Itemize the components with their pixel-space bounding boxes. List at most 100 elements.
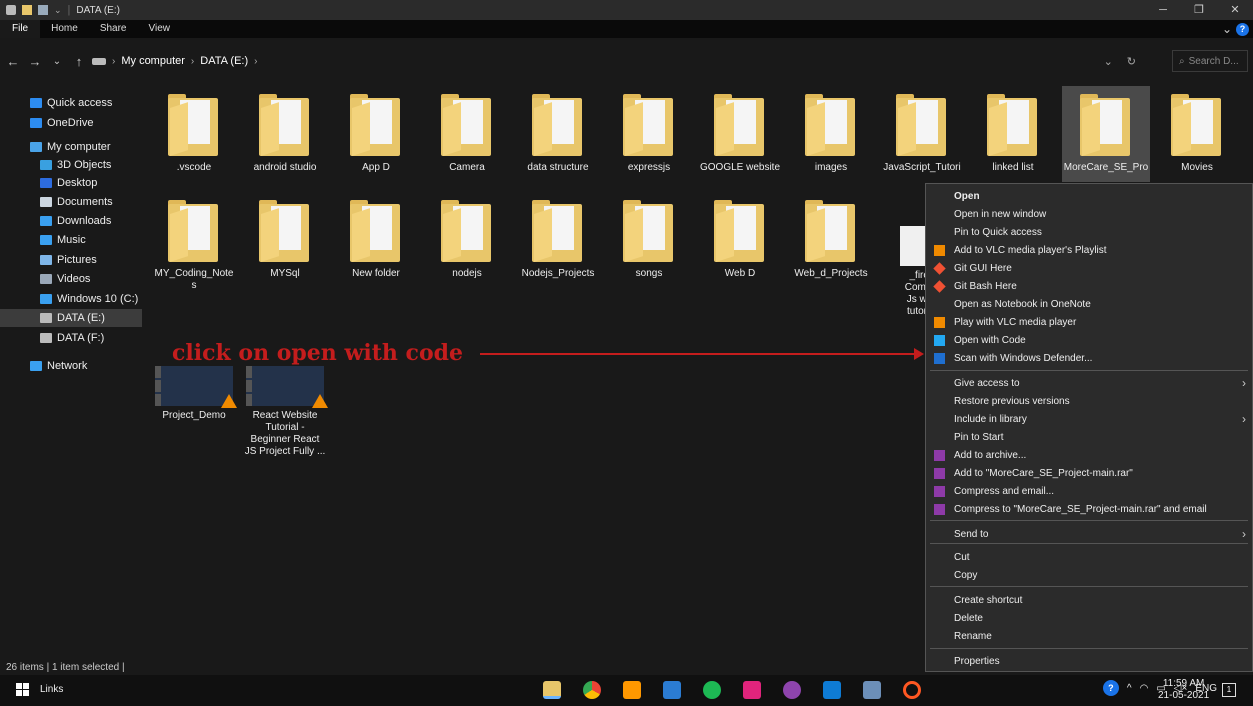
refresh-icon[interactable]: ↻ (1127, 55, 1136, 68)
sidebar-item[interactable]: Windows 10 (C:) (0, 290, 142, 308)
chevron-up-icon[interactable]: ^ (1127, 683, 1132, 694)
context-menu-item[interactable]: Compress to "MoreCare_SE_Project-main.ra… (926, 500, 1252, 518)
video-file-item[interactable]: Project_Demo (150, 362, 238, 422)
folder-item[interactable]: Web D (696, 198, 784, 280)
sidebar-item[interactable]: Music (0, 231, 142, 249)
folder-item[interactable]: .vscode (150, 92, 238, 174)
folder-item[interactable]: Web_d_Projects (787, 198, 875, 280)
windows-start-icon[interactable] (16, 683, 30, 697)
context-menu-item[interactable]: Play with VLC media player (926, 313, 1252, 331)
folder-item[interactable]: data structure (514, 92, 602, 174)
video-file-item[interactable]: React Website Tutorial - Beginner React JS … (241, 362, 329, 458)
address-bar[interactable]: › My computer › DATA (E:) › ⌄ ↻ (92, 50, 1144, 72)
help-icon[interactable]: ? (1102, 680, 1119, 696)
tab-file[interactable]: File (0, 20, 41, 38)
drive-icon[interactable] (6, 5, 16, 15)
store-icon[interactable] (663, 681, 681, 699)
sublime-icon[interactable] (623, 681, 641, 699)
context-menu-item[interactable]: Compress and email... (926, 482, 1252, 500)
context-menu-item[interactable]: Open in new window (926, 205, 1252, 223)
folder-item[interactable]: MY_Coding_Note s (150, 198, 238, 292)
folder-item[interactable]: linked list (969, 92, 1057, 174)
context-menu-item[interactable]: Git Bash Here (926, 277, 1252, 295)
sidebar-item[interactable]: Downloads (0, 212, 142, 230)
tab-home[interactable]: Home (40, 20, 89, 38)
up-button[interactable]: ↑ (70, 54, 88, 69)
context-menu-item[interactable]: Rename (926, 627, 1252, 645)
context-menu-item[interactable]: Open as Notebook in OneNote (926, 295, 1252, 313)
sidebar-item[interactable]: My computer (0, 138, 142, 156)
sidebar-item[interactable]: DATA (E:) (0, 309, 142, 327)
expand-ribbon-icon[interactable]: ⌄ (1222, 22, 1232, 36)
context-menu-item[interactable]: Add to "MoreCare_SE_Project-main.rar" (926, 464, 1252, 482)
context-menu-item[interactable]: Include in library › (926, 410, 1252, 428)
folder-item[interactable]: android studio (241, 92, 329, 174)
context-menu-item[interactable]: Give access to › (926, 374, 1252, 392)
folder-icon[interactable] (22, 5, 32, 15)
context-menu-item[interactable]: Pin to Quick access (926, 223, 1252, 241)
sidebar-item[interactable]: Documents (0, 193, 142, 211)
context-menu-item[interactable]: Create shortcut (926, 591, 1252, 609)
context-menu-item[interactable]: Restore previous versions (926, 392, 1252, 410)
maximize-button[interactable]: ❐ (1181, 0, 1217, 20)
sidebar-item[interactable]: Pictures (0, 251, 142, 269)
sidebar-item[interactable]: Quick access (0, 94, 142, 112)
context-menu-item[interactable]: Pin to Start (926, 428, 1252, 446)
links-toolbar[interactable]: Links (40, 684, 63, 695)
back-button[interactable]: ← (4, 54, 22, 69)
onenote-icon[interactable] (863, 681, 881, 699)
context-menu-item[interactable]: Scan with Windows Defender... (926, 349, 1252, 367)
context-menu-item[interactable]: Add to archive... (926, 446, 1252, 464)
context-menu-item[interactable]: Open (926, 187, 1252, 205)
context-menu-item[interactable]: Delete (926, 609, 1252, 627)
github-desktop-icon[interactable] (783, 681, 801, 699)
folder-item[interactable]: Camera (423, 92, 511, 174)
breadcrumb-data-e[interactable]: DATA (E:) (200, 55, 248, 67)
folder-item[interactable]: Nodejs_Projects (514, 198, 602, 280)
folder-item[interactable]: Movies (1153, 92, 1241, 174)
folder-item[interactable]: expressjs (605, 92, 693, 174)
breadcrumb-my-computer[interactable]: My computer (121, 55, 185, 67)
app-icon[interactable] (743, 681, 761, 699)
folder-item[interactable]: App D (332, 92, 420, 174)
address-dropdown-icon[interactable]: ⌄ (1104, 55, 1113, 68)
context-menu-item[interactable]: Open with Code (926, 331, 1252, 349)
folder-item[interactable]: MYSql (241, 198, 329, 280)
sidebar-item[interactable]: Videos (0, 270, 142, 288)
search-input[interactable]: ⌕ Search D... (1172, 50, 1248, 72)
folder-item[interactable]: JavaScript_Tutori (878, 92, 966, 174)
sidebar-item[interactable]: 3D Objects (0, 156, 142, 174)
sidebar-item[interactable]: OneDrive (0, 114, 142, 132)
sidebar-item[interactable]: DATA (F:) (0, 329, 142, 347)
context-menu-item[interactable]: Properties (926, 652, 1252, 670)
context-menu-item[interactable]: Send to › (926, 525, 1252, 543)
context-menu-item[interactable]: Cut (926, 548, 1252, 566)
recent-locations-button[interactable]: ⌄ (48, 56, 66, 67)
context-menu-item[interactable]: Git GUI Here (926, 259, 1252, 277)
vscode-icon[interactable] (823, 681, 841, 699)
folder-item[interactable]: GOOGLE website (696, 92, 784, 174)
file-explorer-icon[interactable] (543, 681, 561, 699)
tab-share[interactable]: Share (89, 20, 138, 38)
forward-button[interactable]: → (26, 54, 44, 69)
properties-icon[interactable] (38, 5, 48, 15)
tab-view[interactable]: View (138, 20, 182, 38)
sidebar-item[interactable]: Desktop (0, 174, 142, 192)
folder-item[interactable]: images (787, 92, 875, 174)
minimize-button[interactable]: ─ (1145, 0, 1181, 20)
chevron-down-icon[interactable]: ⌄ (54, 5, 62, 16)
folder-item[interactable]: songs (605, 198, 693, 280)
sidebar-item[interactable]: Network (0, 357, 142, 375)
folder-item[interactable]: nodejs (423, 198, 511, 280)
context-menu-item[interactable]: Copy (926, 566, 1252, 584)
wifi-icon[interactable]: ◠ (1140, 683, 1149, 694)
chrome-icon[interactable] (583, 681, 601, 699)
context-menu-item[interactable]: Add to VLC media player's Playlist (926, 241, 1252, 259)
notification-icon[interactable]: 1 (1222, 683, 1236, 697)
app-icon[interactable] (903, 681, 921, 699)
spotify-icon[interactable] (703, 681, 721, 699)
clock[interactable]: 11:59 AM 21-05-2021 (1158, 678, 1209, 702)
help-icon[interactable]: ? (1236, 22, 1249, 36)
folder-item[interactable]: MoreCare_SE_Pro (1062, 86, 1150, 182)
folder-item[interactable]: New folder (332, 198, 420, 280)
